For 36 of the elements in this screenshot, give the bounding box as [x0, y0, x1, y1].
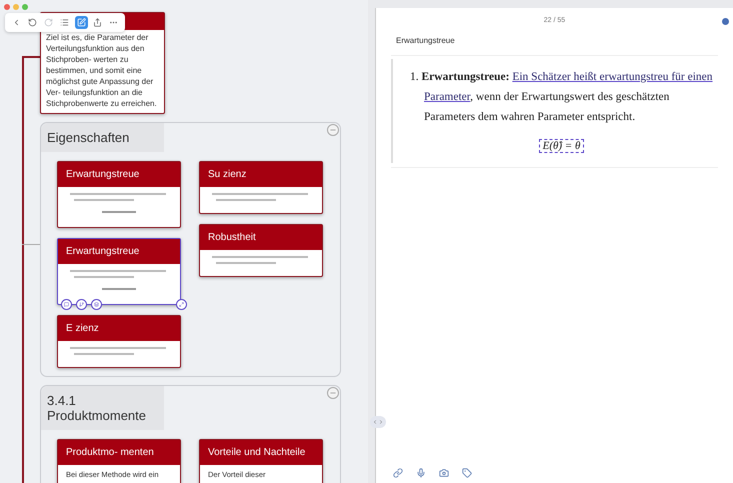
- share-icon: [93, 18, 102, 27]
- status-dot-icon: [722, 18, 729, 25]
- note-card[interactable]: E zienz: [57, 315, 181, 368]
- group-title: 3.4.1 Produktmomente: [41, 386, 164, 430]
- note-title: Erwartungstreue: [395, 35, 456, 47]
- definition-text: 1. Erwartungstreue: Ein Schätzer heißt erwartungstreu für einen Parameter, wenn der Erwartungswert des geschätzten Parameters dem wahren Parameter entspricht.: [409, 70, 714, 125]
- card-title: Vorteile und Nachteile: [200, 440, 322, 465]
- mic-icon[interactable]: [416, 468, 426, 478]
- note-card[interactable]: Erwartungstreue: [57, 161, 181, 228]
- note-card[interactable]: Robustheit: [199, 224, 323, 277]
- note-card[interactable]: Erwartungstreue: [57, 238, 181, 305]
- camera-icon[interactable]: [439, 468, 449, 478]
- chevron-right-icon: [378, 419, 384, 425]
- comment-icon[interactable]: [61, 299, 72, 310]
- list-icon: [60, 18, 70, 27]
- note-card[interactable]: Su zienz: [199, 161, 323, 214]
- card-title: Erwartungstreue: [58, 162, 180, 187]
- card-title: E zienz: [58, 316, 180, 341]
- resize-icon[interactable]: [176, 299, 187, 310]
- card-text: Ziel ist es, die Parameter der Verteilungsfunktion aus den Stichproben- werten zu bestimmen, und somit eine möglichst gute Anpassung der Ver- teilungsfunktion an die Stichprobenwerte zu erreichen.: [45, 32, 158, 110]
- link-icon[interactable]: [393, 468, 403, 478]
- branch-icon[interactable]: [76, 299, 87, 310]
- chevron-left-icon: [372, 419, 378, 425]
- group-title: Eigenschaften: [41, 123, 164, 152]
- card-title: Su zienz: [200, 162, 322, 187]
- card-title: Robustheit: [200, 225, 322, 250]
- layers-icon[interactable]: [91, 299, 102, 310]
- card-title: Erwartungstreue: [58, 239, 180, 264]
- tag-icon[interactable]: [462, 468, 472, 478]
- pager-button[interactable]: [370, 416, 386, 428]
- card-title: Produktmo- menten: [58, 440, 180, 465]
- edit-icon: [76, 18, 86, 27]
- undo-icon: [28, 18, 37, 27]
- edit-button[interactable]: [74, 16, 88, 29]
- formula: E(θ̂) = θ: [538, 139, 584, 153]
- redo-icon: [44, 18, 54, 27]
